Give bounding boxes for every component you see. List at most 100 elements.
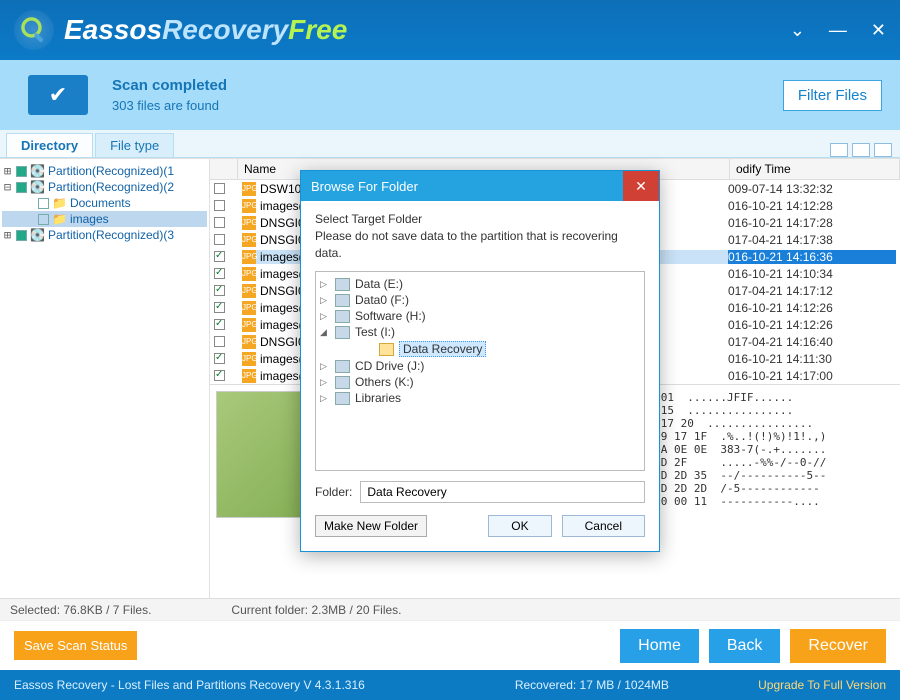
folder-name: Others (K:) [355,375,414,389]
drive-icon [335,326,350,339]
selected-info: Selected: 76.8KB / 7 Files. [10,603,151,617]
modify-time: 017-04-21 14:17:12 [728,284,896,298]
recovered-info: Recovered: 17 MB / 1024MB [515,678,669,692]
app-brand: EassosRecoveryFree [64,14,347,46]
modify-time: 016-10-21 14:17:28 [728,216,896,230]
browse-folder-dialog: Browse For Folder ✕ Select Target Folder… [300,170,660,552]
jpg-icon: JPG [242,301,256,315]
modify-time: 016-10-21 14:11:30 [728,352,896,366]
row-checkbox[interactable] [214,353,225,364]
row-checkbox[interactable] [214,285,225,296]
jpg-icon: JPG [242,182,256,196]
folder-node[interactable]: ▷Data (E:) [320,276,640,292]
row-checkbox[interactable] [214,234,225,245]
modify-time: 016-10-21 14:12:26 [728,318,896,332]
folder-name: Libraries [355,391,401,405]
make-new-folder-button[interactable]: Make New Folder [315,515,427,537]
jpg-icon: JPG [242,369,256,383]
tabs: Directory File type [0,130,900,158]
folder-icon [379,343,394,356]
window-collapse-icon[interactable]: ⌄ [790,20,805,41]
upgrade-link[interactable]: Upgrade To Full Version [758,678,886,692]
footer-version: Eassos Recovery - Lost Files and Partiti… [14,678,365,692]
jpg-icon: JPG [242,216,256,230]
save-scan-status-button[interactable]: Save Scan Status [14,631,137,660]
jpg-icon: JPG [242,335,256,349]
ok-button[interactable]: OK [488,515,551,537]
dialog-close-icon[interactable]: ✕ [623,171,659,201]
modify-time: 016-10-21 14:12:28 [728,199,896,213]
current-folder-info: Current folder: 2.3MB / 20 Files. [231,603,401,617]
folder-node[interactable]: ▷Others (K:) [320,374,640,390]
jpg-icon: JPG [242,284,256,298]
folder-name: CD Drive (J:) [355,359,424,373]
view-large-icon[interactable] [830,143,848,157]
folder-node[interactable]: ◢Test (I:) [320,324,640,340]
row-checkbox[interactable] [214,251,225,262]
tab-directory[interactable]: Directory [6,133,93,157]
folder-name: Software (H:) [355,309,426,323]
dialog-msg1: Select Target Folder [315,211,645,228]
dialog-title-bar[interactable]: Browse For Folder ✕ [301,171,659,201]
window-close-icon[interactable]: ✕ [871,20,886,41]
modify-time: 016-10-21 14:12:26 [728,301,896,315]
dialog-msg2: Please do not save data to the partition… [315,228,645,262]
drive-icon [335,294,350,307]
folder-name: Data0 (F:) [355,293,409,307]
view-details-icon[interactable] [874,143,892,157]
row-checkbox[interactable] [214,336,225,347]
filter-files-button[interactable]: Filter Files [783,80,882,111]
dialog-title: Browse For Folder [311,179,418,194]
folder-node[interactable]: ▷CD Drive (J:) [320,358,640,374]
drive-icon [335,360,350,373]
cancel-button[interactable]: Cancel [562,515,645,537]
folder-name: Test (I:) [355,325,395,339]
tab-file-type[interactable]: File type [95,133,174,157]
back-button[interactable]: Back [709,629,781,663]
row-checkbox[interactable] [214,217,225,228]
selection-bar: Selected: 76.8KB / 7 Files. Current fold… [0,598,900,620]
drive-icon [335,278,350,291]
modify-time: 017-04-21 14:17:38 [728,233,896,247]
row-checkbox[interactable] [214,370,225,381]
title-bar: EassosRecoveryFree ⌄ — ✕ [0,0,900,60]
row-checkbox[interactable] [214,200,225,211]
drive-icon [335,310,350,323]
window-minimize-icon[interactable]: — [829,20,847,41]
row-checkbox[interactable] [214,183,225,194]
view-list-icon[interactable] [852,143,870,157]
drive-icon [335,376,350,389]
row-checkbox[interactable] [214,319,225,330]
jpg-icon: JPG [242,352,256,366]
row-checkbox[interactable] [214,268,225,279]
folder-name: Data (E:) [355,277,403,291]
scan-status: Scan completed [112,77,227,94]
recover-button[interactable]: Recover [790,629,886,663]
folder-input[interactable] [360,481,645,503]
files-found: 303 files are found [112,98,227,113]
folder-node[interactable]: Data Recovery [320,340,640,358]
lib-icon [335,392,350,405]
directory-tree[interactable]: ⊞💽Partition(Recognized)(1 ⊟💽Partition(Re… [0,159,210,598]
modify-time: 009-07-14 13:32:32 [728,182,896,196]
folder-node[interactable]: ▷Data0 (F:) [320,292,640,308]
monitor-icon: ✔ [18,68,98,122]
home-button[interactable]: Home [620,629,699,663]
folder-tree[interactable]: ▷Data (E:)▷Data0 (F:)▷Software (H:)◢Test… [315,271,645,471]
jpg-icon: JPG [242,318,256,332]
row-checkbox[interactable] [214,302,225,313]
modify-time: 016-10-21 14:17:00 [728,369,896,383]
folder-name: Data Recovery [399,341,486,357]
app-logo-icon [14,10,54,50]
jpg-icon: JPG [242,267,256,281]
modify-time: 016-10-21 14:16:36 [728,250,896,264]
folder-node[interactable]: ▷Libraries [320,390,640,406]
folder-node[interactable]: ▷Software (H:) [320,308,640,324]
jpg-icon: JPG [242,233,256,247]
folder-label: Folder: [315,485,352,499]
status-row: ✔ Scan completed 303 files are found Fil… [0,60,900,130]
modify-time: 017-04-21 14:16:40 [728,335,896,349]
modify-time: 016-10-21 14:10:34 [728,267,896,281]
jpg-icon: JPG [242,199,256,213]
jpg-icon: JPG [242,250,256,264]
